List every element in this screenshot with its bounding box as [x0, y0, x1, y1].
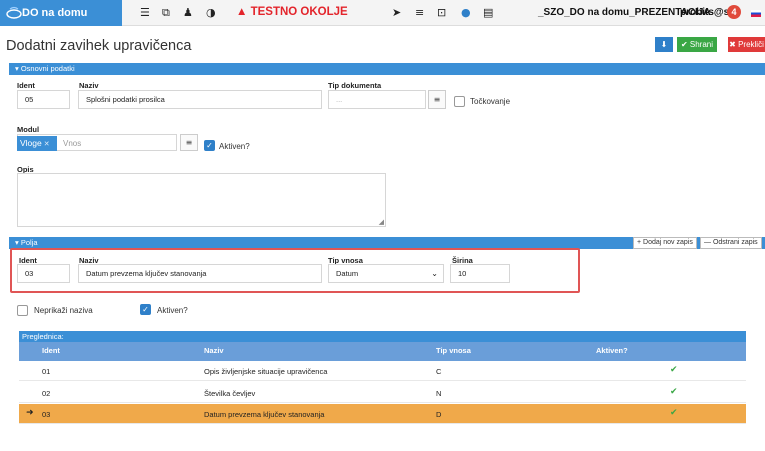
warning-triangle-icon: ▲ [236, 6, 248, 18]
cell-ident: 02 [42, 389, 51, 398]
name-label: Naziv [79, 81, 99, 90]
cell-name: Datum prevzema ključev stanovanja [204, 410, 325, 419]
grid-title: Preglednica: [19, 331, 746, 342]
document-icon[interactable]: ▤ [483, 6, 493, 20]
cell-name: Opis življenjske situacije upravičenca [204, 367, 328, 376]
table-row-selected[interactable]: ➜ 03 Datum prevzema ključev stanovanja D… [19, 404, 746, 424]
screen-icon[interactable]: ⊡ [437, 6, 446, 20]
cell-type: N [436, 389, 442, 398]
warning-text: TESTNO OKOLJE [250, 6, 348, 18]
top-navbar: DO na domu ☰ ⧉ ♟ ◑ ▲ TESTNO OKOLJE ➤ ≡ ⊡… [0, 0, 765, 26]
send-icon[interactable]: ➤ [392, 6, 401, 20]
column-active[interactable]: Aktiven? [596, 346, 628, 355]
section-basic-data[interactable]: ▾ Osnovni podatki [9, 63, 765, 75]
save-button[interactable]: ✔ Shrani [677, 37, 717, 52]
brand-name: DO na domu [22, 7, 88, 19]
hide-name-label: Neprikaži naziva [34, 306, 93, 315]
width-input[interactable]: 10 [450, 264, 510, 283]
module-label: Modul [17, 125, 40, 134]
grid-header-row: Ident Naziv Tip vnosa Aktiven? [19, 342, 746, 361]
column-ident[interactable]: Ident [42, 346, 60, 355]
document-type-label: Tip dokumenta [328, 81, 382, 90]
ident-label: Ident [17, 81, 35, 90]
cell-name: Številka čevljev [204, 389, 256, 398]
field-name-input[interactable]: Datum prevzema ključev stanovanja [78, 264, 322, 283]
list-picker-button[interactable]: ≡ [428, 90, 446, 109]
active-label: Aktiven? [219, 142, 250, 151]
ident-field[interactable]: 05 [17, 90, 70, 109]
field-active-label: Aktiven? [157, 306, 188, 315]
list-icon[interactable]: ☰ [140, 6, 150, 20]
table-row[interactable]: 02 Številka čevljev N ✔ [19, 383, 746, 403]
document-type-field[interactable]: ... [328, 90, 426, 109]
download-button[interactable]: ⬇ [655, 37, 673, 52]
chevron-down-icon: ⌄ [431, 269, 438, 278]
cancel-button[interactable]: ✖ Prekliči [728, 37, 765, 52]
column-input-type[interactable]: Tip vnosa [436, 346, 471, 355]
cell-type: C [436, 367, 442, 376]
check-icon: ✔ [670, 387, 678, 397]
language-flag-icon[interactable] [751, 10, 761, 17]
scoring-label: Točkovanje [470, 97, 511, 106]
column-name[interactable]: Naziv [204, 346, 224, 355]
brand-logo-icon [6, 6, 22, 19]
notification-badge[interactable]: 4 [727, 5, 741, 19]
module-list-button[interactable]: ≡ [180, 134, 198, 151]
module-tag-label: Vloge [20, 138, 42, 148]
cell-ident: 03 [42, 410, 51, 419]
bell-icon[interactable]: ♟ [183, 6, 193, 20]
input-type-select[interactable]: Datum ⌄ [328, 264, 444, 283]
input-type-value: Datum [336, 269, 359, 278]
active-checkbox[interactable]: ✓ [204, 140, 215, 151]
module-input-placeholder[interactable]: Vnos [63, 139, 81, 148]
list-icon[interactable]: ≡ [415, 6, 424, 20]
external-link-icon[interactable]: ⧉ [162, 6, 170, 20]
hide-name-checkbox[interactable] [17, 305, 28, 316]
remove-tag-icon[interactable]: ✕ [44, 141, 50, 148]
page-title: Dodatni zavihek upravičenca [6, 38, 192, 54]
check-icon: ✔ [670, 365, 678, 375]
resize-handle-icon[interactable]: ◢ [379, 218, 384, 226]
environment-warning: ▲ TESTNO OKOLJE [236, 6, 348, 18]
brand-link[interactable]: DO na domu [0, 0, 122, 26]
row-selected-arrow-icon: ➜ [26, 408, 34, 418]
field-active-checkbox[interactable]: ✓ [140, 304, 151, 315]
name-field[interactable]: Splošni podatki prosilca [78, 90, 322, 109]
field-ident-input[interactable]: 03 [17, 264, 70, 283]
download-icon: ⬇ [660, 40, 668, 49]
cell-ident: 01 [42, 367, 51, 376]
check-icon: ✔ [670, 408, 678, 418]
contrast-icon[interactable]: ◑ [206, 6, 216, 20]
add-record-button[interactable]: + Dodaj nov zapis [633, 237, 697, 249]
module-tag[interactable]: Vloge ✕ [17, 136, 57, 151]
scoring-checkbox[interactable] [454, 96, 465, 107]
cell-type: D [436, 410, 442, 419]
remove-record-button[interactable]: — Odstrani zapis [700, 237, 762, 249]
description-textarea[interactable]: ◢ [17, 173, 386, 227]
table-row[interactable]: 01 Opis življenjske situacije upravičenc… [19, 361, 746, 381]
info-icon[interactable]: ● [461, 6, 471, 20]
